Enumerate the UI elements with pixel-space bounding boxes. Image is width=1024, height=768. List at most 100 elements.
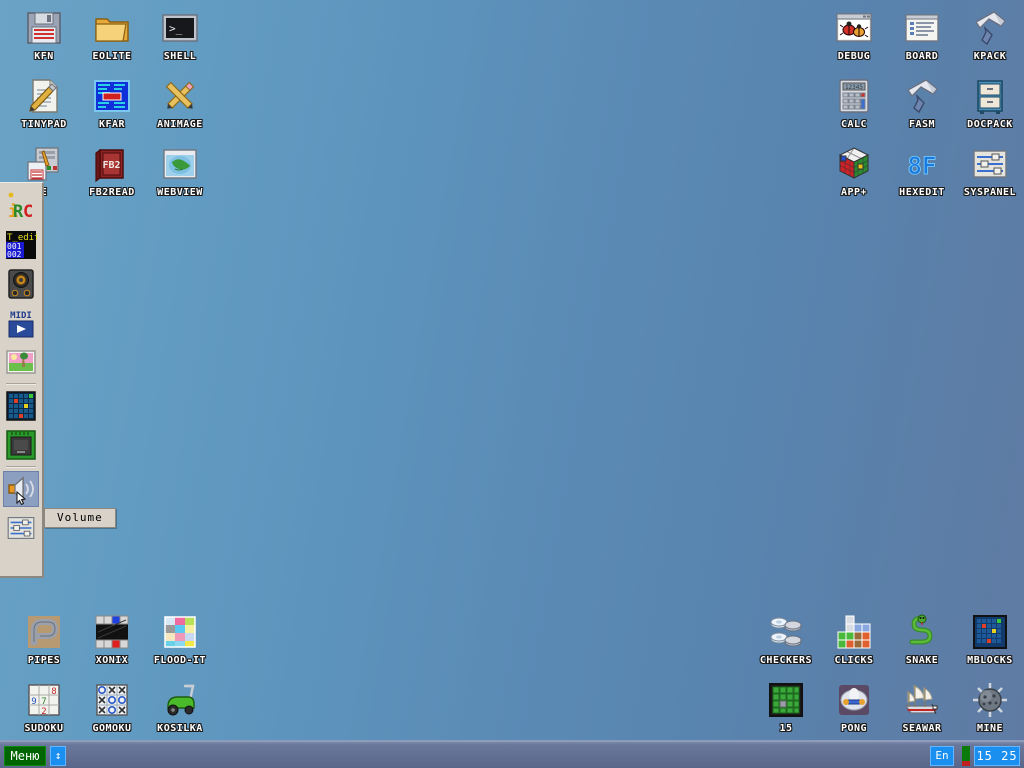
grid-colors-icon xyxy=(5,390,37,422)
hammer-icon xyxy=(970,8,1010,48)
desktop-icon-label: WEBVIEW xyxy=(146,187,214,198)
snake-icon xyxy=(902,612,942,652)
desktop-icon-15[interactable]: 15 xyxy=(752,680,820,734)
scanner-save-icon xyxy=(24,144,64,184)
desktop-icon-webview[interactable]: WEBVIEW xyxy=(146,144,214,198)
desktop-icon-label: GOMOKU xyxy=(78,723,146,734)
desktop-icon-debug[interactable]: DEBUG xyxy=(820,8,888,62)
file-manager-icon xyxy=(92,76,132,116)
panel-item-midi-play[interactable]: MIDI xyxy=(3,305,39,341)
hex-8f-icon: 8F xyxy=(902,144,942,184)
panel-separator xyxy=(6,383,36,385)
cpu-usage-meter xyxy=(962,746,970,766)
svg-text:9: 9 xyxy=(31,697,36,707)
panel-item-tedit[interactable]: T_edit001002 xyxy=(3,227,39,263)
desktop-icon-syspanel[interactable]: SYSPANEL xyxy=(956,144,1024,198)
desktop-icon-sudoku[interactable]: 8972SUDOKU xyxy=(10,680,78,734)
panel-item-speaker[interactable] xyxy=(3,266,39,302)
desktop-icon-label: CHECKERS xyxy=(752,655,820,666)
mblocks-icon xyxy=(970,612,1010,652)
panel-item-grid-colors[interactable] xyxy=(3,388,39,424)
pipes-icon xyxy=(24,612,64,652)
desktop-icon-kpack[interactable]: KPACK xyxy=(956,8,1024,62)
lawnmower-icon xyxy=(160,680,200,720)
desktop-icon-board[interactable]: BOARD xyxy=(888,8,956,62)
panel-item-cpu-chip[interactable] xyxy=(3,427,39,463)
sliders-icon xyxy=(5,512,37,544)
xonix-icon xyxy=(92,612,132,652)
sea-mine-icon xyxy=(970,680,1010,720)
desktop-icon-label: KOSILKA xyxy=(146,723,214,734)
desktop-icon-fasm[interactable]: FASM xyxy=(888,76,956,130)
desktop-icon-seawar[interactable]: SEAWAR xyxy=(888,680,956,734)
volume-icon xyxy=(5,473,37,505)
desktop-icon-label: DEBUG xyxy=(820,51,888,62)
desktop-icon-hexedit[interactable]: 8F HEXEDIT xyxy=(888,144,956,198)
desktop-icon-mblocks[interactable]: MBLOCKS xyxy=(956,612,1024,666)
tooltip-text: Volume xyxy=(57,511,103,524)
svg-text:C: C xyxy=(23,202,33,222)
desktop-icon-label: FLOOD-IT xyxy=(146,655,214,666)
desktop-icon-kfn[interactable]: KFN xyxy=(10,8,78,62)
midi-play-icon: MIDI xyxy=(5,307,37,339)
desktop: KFNEOLITE>_SHELLTINYPADKFARANIMAGEEFB2FB… xyxy=(0,0,1024,768)
panel-item-sliders[interactable] xyxy=(3,510,39,546)
desktop-icon-label: MBLOCKS xyxy=(956,655,1024,666)
rubik-cube-icon xyxy=(834,144,874,184)
desktop-icon-docpack[interactable]: DOCPACK xyxy=(956,76,1024,130)
picture-icon xyxy=(5,346,37,378)
desktop-icon-label: FASM xyxy=(888,119,956,130)
svg-text:2: 2 xyxy=(41,707,46,717)
checkers-icon xyxy=(766,612,806,652)
panel-item-volume[interactable] xyxy=(3,471,39,507)
quick-launch-panel[interactable]: iRC T_edit001002 MIDI xyxy=(0,182,44,578)
svg-text:>_: >_ xyxy=(169,22,183,35)
language-indicator[interactable]: En xyxy=(930,746,954,766)
desktop-icon-label: XONIX xyxy=(78,655,146,666)
globe-window-icon xyxy=(160,144,200,184)
desktop-icon-fb2read[interactable]: FB2FB2READ xyxy=(78,144,146,198)
svg-text:12345: 12345 xyxy=(845,84,863,91)
desktop-icon-pipes[interactable]: PIPES xyxy=(10,612,78,666)
desktop-icon-eolite[interactable]: EOLITE xyxy=(78,8,146,62)
notepad-pencil-icon xyxy=(24,76,64,116)
desktop-icon-kosilka[interactable]: KOSILKA xyxy=(146,680,214,734)
panel-item-picture[interactable] xyxy=(3,344,39,380)
desktop-icon-clicks[interactable]: CLICKS xyxy=(820,612,888,666)
desktop-icon-label: MINE xyxy=(956,723,1024,734)
tedit-icon: T_edit001002 xyxy=(5,229,37,261)
desktop-icon-tinypad[interactable]: TINYPAD xyxy=(10,76,78,130)
desktop-icon-app-[interactable]: APP+ xyxy=(820,144,888,198)
red-book-icon: FB2 xyxy=(92,144,132,184)
desktop-icon-label: EOLITE xyxy=(78,51,146,62)
desktop-icon-label: TINYPAD xyxy=(10,119,78,130)
blocks-icon xyxy=(834,612,874,652)
panel-item-irc[interactable]: iRC xyxy=(3,188,39,224)
desktop-icon-shell[interactable]: >_SHELL xyxy=(146,8,214,62)
desktop-icon-mine[interactable]: MINE xyxy=(956,680,1024,734)
pong-icon xyxy=(834,680,874,720)
svg-text:002: 002 xyxy=(7,250,22,259)
desktop-icon-pong[interactable]: PONG xyxy=(820,680,888,734)
desktop-icon-flood-it[interactable]: FLOOD-IT xyxy=(146,612,214,666)
taskbar-resize-button[interactable]: ↕ xyxy=(50,746,66,766)
desktop-icon-kfar[interactable]: KFAR xyxy=(78,76,146,130)
desktop-icon-label: SNAKE xyxy=(888,655,956,666)
desktop-icon-calc[interactable]: 12345 CALC xyxy=(820,76,888,130)
flood-it-icon xyxy=(160,612,200,652)
desktop-icon-checkers[interactable]: CHECKERS xyxy=(752,612,820,666)
desktop-icon-label: SYSPANEL xyxy=(956,187,1024,198)
cabinet-icon xyxy=(970,76,1010,116)
start-menu-button[interactable]: Меню xyxy=(4,746,46,766)
desktop-icon-label: BOARD xyxy=(888,51,956,62)
svg-text:FB2: FB2 xyxy=(102,160,120,171)
desktop-icon-snake[interactable]: SNAKE xyxy=(888,612,956,666)
desktop-icon-animage[interactable]: ANIMAGE xyxy=(146,76,214,130)
desktop-icon-label: HEXEDIT xyxy=(888,187,956,198)
irc-icon: iRC xyxy=(5,190,37,222)
desktop-icon-xonix[interactable]: XONIX xyxy=(78,612,146,666)
taskbar-clock[interactable]: 15 25 xyxy=(974,746,1020,766)
desktop-icon-label: KFAR xyxy=(78,119,146,130)
desktop-icon-gomoku[interactable]: GOMOKU xyxy=(78,680,146,734)
desktop-icon-label: CALC xyxy=(820,119,888,130)
